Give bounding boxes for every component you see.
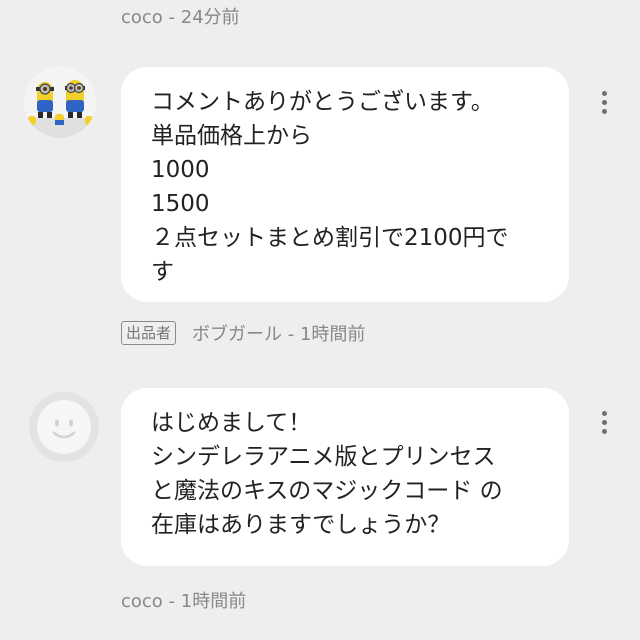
comment-line: シンデレラアニメ版とプリンセス [151,444,496,470]
comment-meta-text: coco - 24分前 [121,7,240,28]
seller-avatar[interactable] [24,66,96,138]
comment-line: 1500 [151,191,210,217]
more-vertical-icon[interactable] [600,91,608,114]
buyer-comment-bubble: はじめまして！ シンデレラアニメ版とプリンセス と魔法のキスのマジックコード の… [121,388,569,566]
seller-comment-bubble: コメントありがとうございます。 単品価格上から 1000 1500 ２点セットま… [121,67,569,302]
default-face-avatar-icon [29,392,99,462]
comment-thread: coco - 24分前 コメントありがとうございます。 単品価格上から 1000… [0,0,640,640]
comment-line: はじめまして！ [151,410,312,436]
comment-line: 1000 [151,157,210,183]
seller-badge: 出品者 [121,321,177,345]
comment-line: と魔法のキスのマジックコード の [151,478,503,504]
comment-meta: coco - 1時間前 [121,587,246,613]
comment-line: 単品価格上から [151,123,312,149]
more-vertical-icon[interactable] [600,411,608,434]
minion-figures-avatar-icon [24,66,96,138]
buyer-avatar[interactable] [29,392,99,462]
comment-meta-text: ボブガール - 1時間前 [192,324,366,345]
comment-line: 在庫はありますでしょうか？ [151,512,451,538]
comment-meta: 出品者 ボブガール - 1時間前 [121,320,365,346]
comment-line: コメントありがとうございます。 [151,89,494,115]
comment-meta: coco - 24分前 [121,3,240,29]
comment-line: す [151,259,174,285]
comment-line: ２点セットまとめ割引で2100円で [151,225,509,251]
comment-meta-text: coco - 1時間前 [121,591,247,612]
